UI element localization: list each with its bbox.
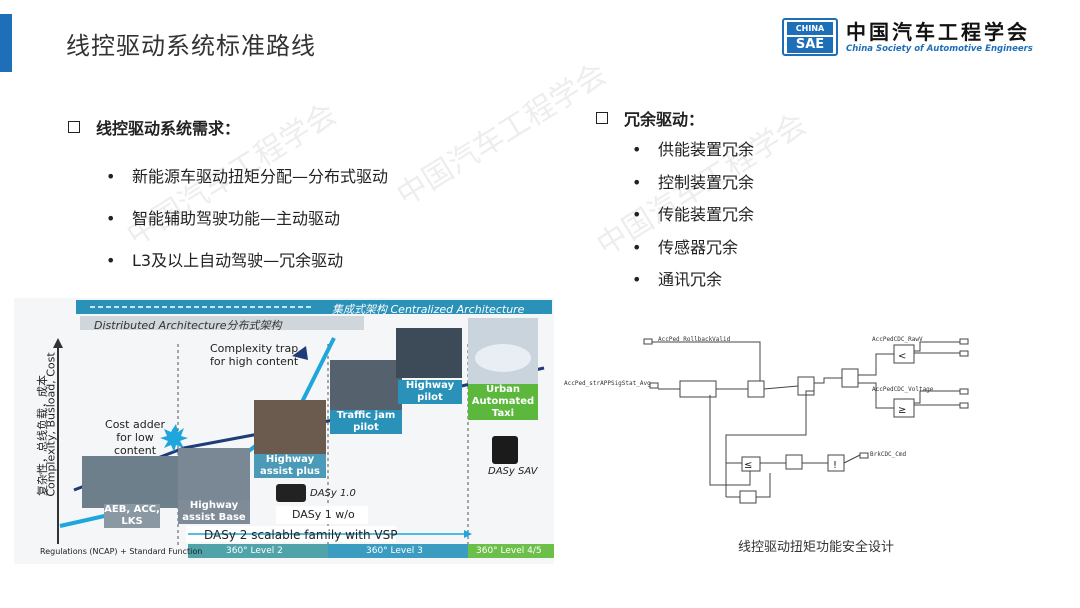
photo-highway-plus — [254, 400, 326, 454]
le-symbol: ≤ — [744, 460, 752, 471]
title-accent-bar — [0, 14, 12, 72]
logo-name-en: China Society of Automotive Engineers — [846, 44, 1033, 54]
signal-label: BrkCDC_Cmd — [870, 451, 907, 458]
stage-aeb-label: AEB, ACC, LKS — [104, 504, 160, 528]
level2-label: 360° Level 2 — [226, 546, 283, 556]
centralized-label: 集成式架构 Centralized Architecture — [332, 303, 525, 316]
list-item: 控制装置冗余 — [632, 167, 754, 200]
not-symbol: ! — [833, 460, 837, 471]
watermark: 中国汽车工程学会 — [390, 56, 613, 214]
list-item: 传感器冗余 — [632, 232, 754, 265]
input-port — [643, 338, 653, 345]
dasy-module-icon — [276, 484, 306, 502]
regulations-label: Regulations (NCAP) + Standard Function — [40, 547, 203, 556]
redundancy-heading-text: 冗余驱动： — [624, 110, 705, 129]
checkbox-square-icon — [68, 121, 80, 133]
checkbox-square-icon — [596, 112, 608, 124]
input-port — [959, 350, 969, 357]
list-item: 传能装置冗余 — [632, 199, 754, 232]
distributed-label: Distributed Architecture分布式架构 — [94, 319, 282, 332]
csae-logo: CHINA SAE 中国汽车工程学会 China Society of Auto… — [782, 18, 1062, 58]
requirements-heading: 线控驱动系统需求： — [68, 115, 240, 139]
dasy-sav-device-icon — [492, 436, 518, 464]
logo-badge-bottom: SAE — [787, 37, 833, 53]
dasy-1wo-label: DASy 1 w/o — [292, 508, 355, 521]
stage-highway-base-label: Highway assist Base — [178, 500, 250, 524]
stage-highway-pilot-label: Highway pilot — [398, 380, 462, 404]
architecture-roadmap-figure: 集成式架构 Centralized Architecture Distribut… — [14, 298, 554, 564]
subsystem-block — [679, 380, 717, 398]
logo-badge-top: CHINA — [787, 22, 833, 35]
photo-traffic-jam — [330, 360, 402, 410]
stage-highway-plus-label: Highway assist plus — [254, 454, 326, 478]
unit-delay-block — [785, 454, 803, 470]
signal-label: AccPed_strAPPSigStat_Avg — [564, 380, 651, 387]
dasy-10-label: DASy 1.0 — [310, 488, 356, 499]
logic-and-block — [841, 368, 859, 388]
csae-badge: CHINA SAE — [782, 18, 838, 56]
ge-symbol: ≥ — [898, 405, 906, 416]
input-port — [859, 452, 869, 459]
unit-delay-block — [739, 490, 757, 504]
list-item: L3及以上自动驾驶—冗余驱动 — [106, 240, 388, 282]
signal-label: AccPed_RollbackValid — [658, 336, 731, 343]
level3-label: 360° Level 3 — [366, 546, 423, 556]
diagram-caption: 线控驱动扭矩功能安全设计 — [738, 540, 895, 555]
torque-safety-logic-diagram: AccPedCDC_RawV AccPedCDC_Voltage AccPed_… — [564, 336, 969, 504]
input-port — [959, 388, 969, 395]
family-label: DASy 2 scalable family with VSP — [204, 528, 398, 542]
requirements-list: 新能源车驱动扭矩分配—分布式驱动 智能辅助驾驶功能—主动驱动 L3及以上自动驾驶… — [106, 156, 388, 282]
requirements-heading-text: 线控驱动系统需求： — [96, 119, 241, 138]
stage-traffic-jam-label: Traffic jam pilot — [330, 410, 402, 434]
photo-highway-pilot — [396, 328, 462, 378]
redundancy-heading: 冗余驱动： — [596, 106, 704, 130]
level45-label: 360° Level 4/5 — [476, 546, 542, 556]
taxi-car-shape — [475, 344, 531, 372]
list-item: 通讯冗余 — [632, 264, 754, 297]
cost-adder-label: Cost adder for low content — [105, 418, 165, 457]
input-port — [959, 402, 969, 409]
list-item: 新能源车驱动扭矩分配—分布式驱动 — [106, 156, 388, 198]
redundancy-list: 供能装置冗余 控制装置冗余 传能装置冗余 传感器冗余 通讯冗余 — [632, 134, 754, 297]
photo-aeb — [82, 456, 180, 508]
logic-and-block — [747, 380, 765, 398]
photo-highway-base — [178, 448, 250, 500]
list-item: 智能辅助驾驶功能—主动驱动 — [106, 198, 388, 240]
output-port — [649, 382, 659, 389]
dasy-sav-label: DASy SAV — [488, 466, 538, 477]
lt-symbol: < — [898, 351, 906, 362]
stage-urban-taxi-label: Urban Automated Taxi — [468, 384, 538, 420]
roadmap-graphics — [53, 300, 554, 558]
y-axis-label-en: Complexity, Busload, Cost — [44, 352, 58, 497]
signal-label: AccPedCDC_Voltage — [872, 386, 934, 393]
input-port — [959, 338, 969, 345]
complexity-trap-label: Complexity trap for high content — [210, 342, 299, 368]
page-title: 线控驱动系统标准路线 — [66, 32, 316, 60]
list-item: 供能装置冗余 — [632, 134, 754, 167]
signal-label: AccPedCDC_RawV — [872, 336, 923, 343]
logo-name-cn: 中国汽车工程学会 — [846, 20, 1030, 44]
